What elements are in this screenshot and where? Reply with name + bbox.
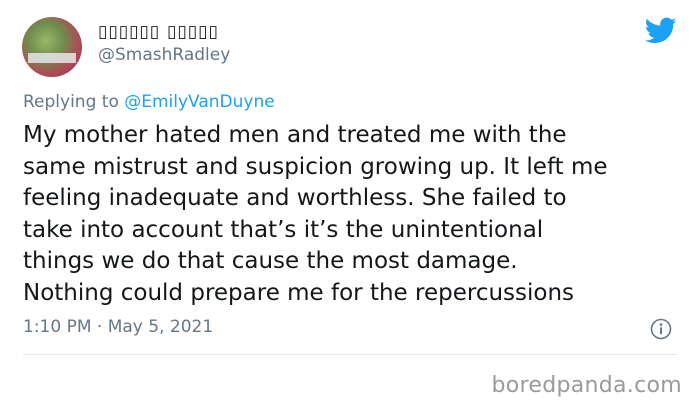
- twitter-bird-icon[interactable]: [645, 17, 677, 45]
- reply-prefix: Replying to: [23, 92, 119, 112]
- tweet-body: My mother hated men and treated me with …: [23, 120, 683, 309]
- source-watermark: boredpanda.com: [491, 373, 682, 398]
- info-icon[interactable]: [650, 318, 672, 340]
- tweet-body-line: same mistrust and suspicion growing up. …: [23, 153, 608, 180]
- tweet-body-line: My mother hated men and treated me with …: [23, 122, 567, 148]
- author-display-name[interactable]: ▯▯▯▯▯▯ ▯▯▯▯▯: [98, 22, 219, 42]
- tweet-body-line: Nothing could prepare me for the repercu…: [23, 279, 575, 306]
- tweet-body-line: feeling inadequate and worthless. She fa…: [23, 185, 567, 211]
- reply-context: Replying to @EmilyVanDuyne: [23, 92, 275, 112]
- tweet-body-line: take into account that’s it’s the uninte…: [23, 216, 544, 243]
- avatar-redaction-band: [28, 53, 76, 63]
- author-handle[interactable]: @SmashRadley: [98, 45, 230, 65]
- tweet-timestamp[interactable]: 1:10 PM · May 5, 2021: [23, 317, 213, 337]
- tweet-divider: [23, 354, 677, 355]
- avatar[interactable]: [22, 17, 82, 77]
- reply-mention-link[interactable]: @EmilyVanDuyne: [124, 92, 274, 112]
- tweet-body-line: things we do that cause the most damage.: [23, 248, 518, 274]
